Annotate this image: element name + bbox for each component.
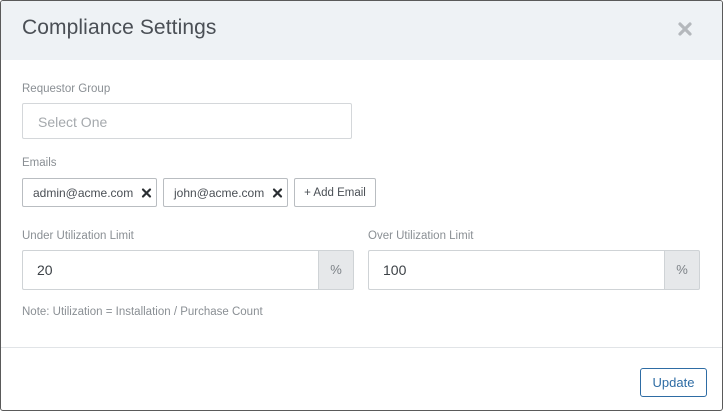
email-chip: john@acme.com xyxy=(163,178,288,207)
emails-label: Emails xyxy=(22,157,57,169)
modal-header: Compliance Settings xyxy=(1,1,722,60)
modal-title: Compliance Settings xyxy=(22,16,217,39)
remove-email-button[interactable] xyxy=(272,186,283,199)
add-email-button[interactable]: + Add Email xyxy=(294,178,376,207)
modal-body: Requestor Group Select One Emails admin@… xyxy=(1,60,722,347)
email-chip-text: john@acme.com xyxy=(174,186,265,200)
update-button[interactable]: Update xyxy=(640,368,707,397)
under-utilization-group: % xyxy=(22,250,354,290)
over-utilization-group: % xyxy=(368,250,700,290)
under-utilization-label: Under Utilization Limit xyxy=(22,230,134,242)
compliance-settings-modal: Compliance Settings Requestor Group Sele… xyxy=(0,0,723,411)
email-chip: admin@acme.com xyxy=(22,178,157,207)
requestor-group-label: Requestor Group xyxy=(22,83,111,95)
under-utilization-input[interactable] xyxy=(22,250,319,290)
close-icon xyxy=(678,22,692,36)
modal-footer: Update xyxy=(1,347,722,410)
under-utilization-unit: % xyxy=(318,250,354,290)
utilization-note: Note: Utilization = Installation / Purch… xyxy=(22,306,263,318)
remove-email-button[interactable] xyxy=(141,186,152,199)
remove-icon xyxy=(141,188,152,198)
remove-icon xyxy=(272,188,283,198)
over-utilization-input[interactable] xyxy=(368,250,665,290)
email-chip-text: admin@acme.com xyxy=(33,186,134,200)
requestor-group-placeholder: Select One xyxy=(38,114,108,130)
over-utilization-label: Over Utilization Limit xyxy=(368,230,474,242)
close-button[interactable] xyxy=(673,15,697,43)
requestor-group-select[interactable]: Select One xyxy=(22,103,352,139)
over-utilization-unit: % xyxy=(664,250,700,290)
